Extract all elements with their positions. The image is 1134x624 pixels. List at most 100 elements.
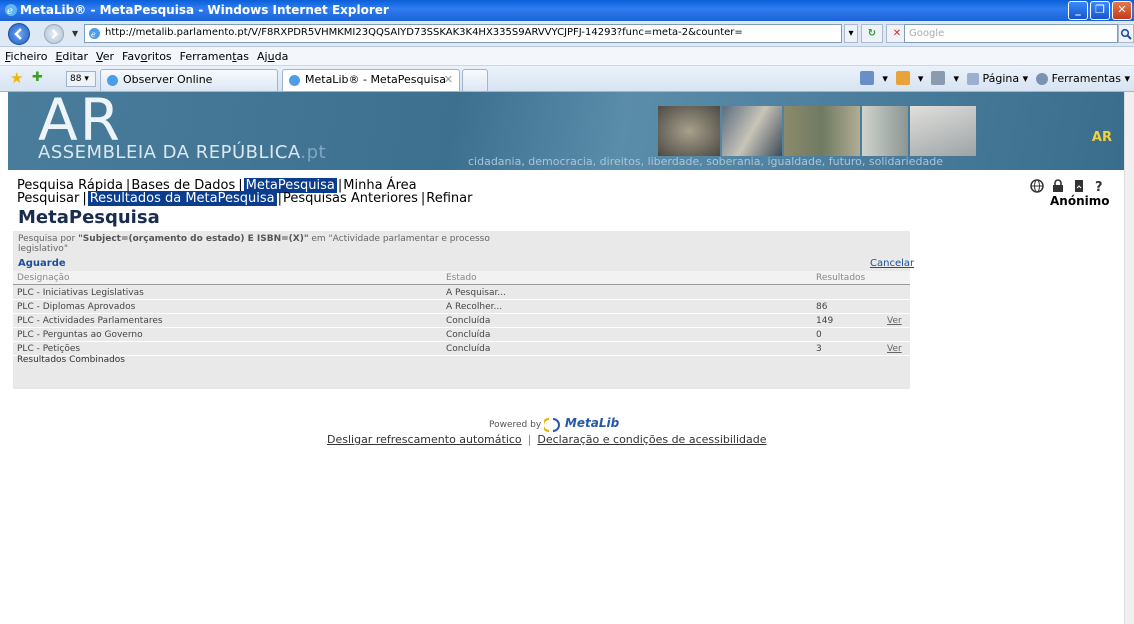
results-panel: Pesquisa por "Subject=(orçamento do esta…	[13, 231, 914, 389]
query-prefix: Pesquisa por	[18, 234, 79, 244]
banner-motto: cidadania, democracia, direitos, liberda…	[468, 155, 943, 168]
row-status: Concluída	[446, 316, 491, 326]
window-title: MetaLib® - MetaPesquisa - Windows Intern…	[20, 3, 389, 17]
new-tab-button[interactable]	[462, 69, 488, 91]
table-row: PLC - Perguntas ao Governo Concluída 0	[13, 328, 910, 342]
add-favorite-icon[interactable]: ✚	[32, 70, 43, 85]
home-icon[interactable]	[860, 71, 875, 85]
nav-pesquisar[interactable]: Pesquisar	[17, 191, 81, 206]
ie-page-icon	[289, 75, 300, 86]
view-results-link[interactable]: Ver	[887, 344, 902, 354]
ar-site-name[interactable]: ASSEMBLEIA DA REPÚBLICA.pt	[38, 142, 326, 163]
table-header: Designação Estado Resultados	[13, 271, 910, 285]
svg-text:e: e	[7, 6, 13, 17]
footer-links: Desligar refrescamento automático | Declar…	[327, 433, 767, 446]
search-input[interactable]: Google	[904, 24, 1118, 43]
row-status: A Recolher...	[446, 302, 503, 312]
sub-nav: Pesquisar | Resultados da MetaPesquisa |Pes…	[17, 191, 474, 206]
page-menu[interactable]: Página ▾	[966, 72, 1028, 85]
tab-metapesquisa[interactable]: MetaLib® - MetaPesquisa ✕	[282, 69, 460, 91]
page-viewport: AR ASSEMBLEIA DA REPÚBLICA.pt cidadania,…	[0, 92, 1124, 624]
address-bar[interactable]: e http://metalib.parlamento.pt/V/F8RXPDR…	[84, 24, 842, 43]
tab-observer-online[interactable]: Observer Online	[100, 69, 278, 91]
forward-button[interactable]	[44, 24, 64, 44]
tab-bar: ★ ✚ 88 ▾ Observer Online MetaLib® - Meta…	[0, 66, 1134, 92]
document-photo	[910, 106, 976, 156]
col-resultados: Resultados	[816, 273, 866, 283]
query-expression: "Subject=(orçamento do estado) E ISBN=(X…	[78, 234, 309, 244]
row-name: PLC - Petições	[17, 344, 81, 354]
combined-results: Resultados Combinados	[17, 355, 125, 365]
parliament-photo	[658, 106, 720, 156]
row-count: 0	[816, 330, 822, 340]
nav-refinar[interactable]: Refinar	[426, 191, 474, 206]
forward-arrow-icon	[51, 29, 58, 39]
restore-button[interactable]: ❐	[1090, 1, 1110, 20]
url-text: http://metalib.parlamento.pt/V/F8RXPDR5V…	[105, 27, 743, 38]
powered-by: Powered by MetaLib	[489, 416, 619, 432]
row-name: PLC - Iniciativas Legislativas	[17, 288, 144, 298]
menu-bar: Ficheiro Editar Ver Favoritos Ferramenta…	[0, 47, 1134, 66]
tab-label: Observer Online	[123, 73, 213, 86]
view-results-link[interactable]: Ver	[887, 316, 902, 326]
magnifier-icon	[1120, 28, 1132, 40]
user-tools: ?	[1030, 179, 1107, 193]
page-icon: e	[89, 28, 100, 39]
lock-icon[interactable]	[1051, 179, 1065, 193]
quick-tabs-button[interactable]: 88 ▾	[66, 71, 96, 87]
search-icon[interactable]	[1118, 24, 1134, 43]
row-name: PLC - Diplomas Aprovados	[17, 302, 136, 312]
close-window-button[interactable]: ✕	[1112, 1, 1132, 20]
menu-ferramentas[interactable]: Ferramentas	[178, 47, 255, 65]
row-count: 149	[816, 316, 834, 326]
menu-ver[interactable]: Ver	[94, 47, 120, 65]
address-dropdown-icon[interactable]: ▾	[844, 24, 858, 43]
tools-menu-label: Ferramentas	[1051, 71, 1121, 85]
menu-editar[interactable]: Editar	[53, 47, 94, 65]
site-name-text: ASSEMBLEIA DA REPÚBLICA	[38, 142, 301, 163]
print-icon[interactable]	[931, 71, 946, 85]
row-status: Concluída	[446, 344, 491, 354]
query-description: Pesquisa por "Subject=(orçamento do esta…	[18, 234, 538, 254]
hall-photo	[784, 106, 860, 156]
ie-logo-icon: e	[5, 4, 17, 17]
tools-menu[interactable]: Ferramentas ▾	[1036, 72, 1130, 85]
feeds-icon[interactable]	[895, 71, 910, 85]
globe-icon[interactable]	[1030, 179, 1044, 193]
row-name: PLC - Perguntas ao Governo	[17, 330, 143, 340]
feeds-dropdown-icon[interactable]: ▾	[918, 72, 924, 85]
search-placeholder: Google	[909, 28, 945, 39]
page-icon	[966, 72, 979, 85]
svg-text:?: ?	[1095, 180, 1103, 193]
columns-photo	[862, 106, 908, 156]
menu-ficheiro[interactable]: Ficheiro	[3, 47, 53, 65]
svg-text:e: e	[91, 30, 96, 39]
help-icon[interactable]: ?	[1093, 179, 1107, 193]
close-tab-icon[interactable]: ✕	[444, 70, 453, 90]
nav-resultados[interactable]: Resultados da MetaPesquisa	[87, 191, 277, 206]
disable-refresh-link[interactable]: Desligar refrescamento automático	[327, 433, 522, 446]
minimize-button[interactable]: _	[1068, 1, 1088, 20]
ie-page-icon	[107, 75, 118, 86]
bookmark-icon[interactable]	[1072, 179, 1086, 193]
metalib-logo-icon	[542, 417, 561, 432]
accessibility-link[interactable]: Declaração e condições de acessibilidade	[537, 433, 766, 446]
print-dropdown-icon[interactable]: ▾	[953, 72, 959, 85]
vertical-scrollbar[interactable]	[1124, 92, 1134, 624]
row-count: 86	[816, 302, 828, 312]
back-button[interactable]	[8, 23, 30, 45]
cancel-link[interactable]: Cancelar	[870, 258, 914, 269]
home-dropdown-icon[interactable]: ▾	[882, 72, 888, 85]
favorites-star-icon[interactable]: ★	[10, 71, 23, 86]
col-estado: Estado	[446, 273, 477, 283]
refresh-icon[interactable]: ↻	[861, 24, 883, 43]
table-row: PLC - Iniciativas Legislativas A Pesquis…	[13, 286, 910, 300]
address-toolbar: ▼ e http://metalib.parlamento.pt/V/F8RXP…	[0, 21, 1134, 47]
menu-ajuda[interactable]: Ajuda	[255, 47, 294, 65]
wait-status: Aguarde	[18, 258, 66, 269]
metalib-brand: MetaLib	[564, 416, 620, 430]
menu-favoritos[interactable]: Favoritos	[120, 47, 178, 65]
history-dropdown-icon[interactable]: ▼	[72, 29, 78, 38]
nav-pesquisas-anteriores[interactable]: Pesquisas Anteriores	[283, 191, 420, 206]
row-count: 3	[816, 344, 822, 354]
